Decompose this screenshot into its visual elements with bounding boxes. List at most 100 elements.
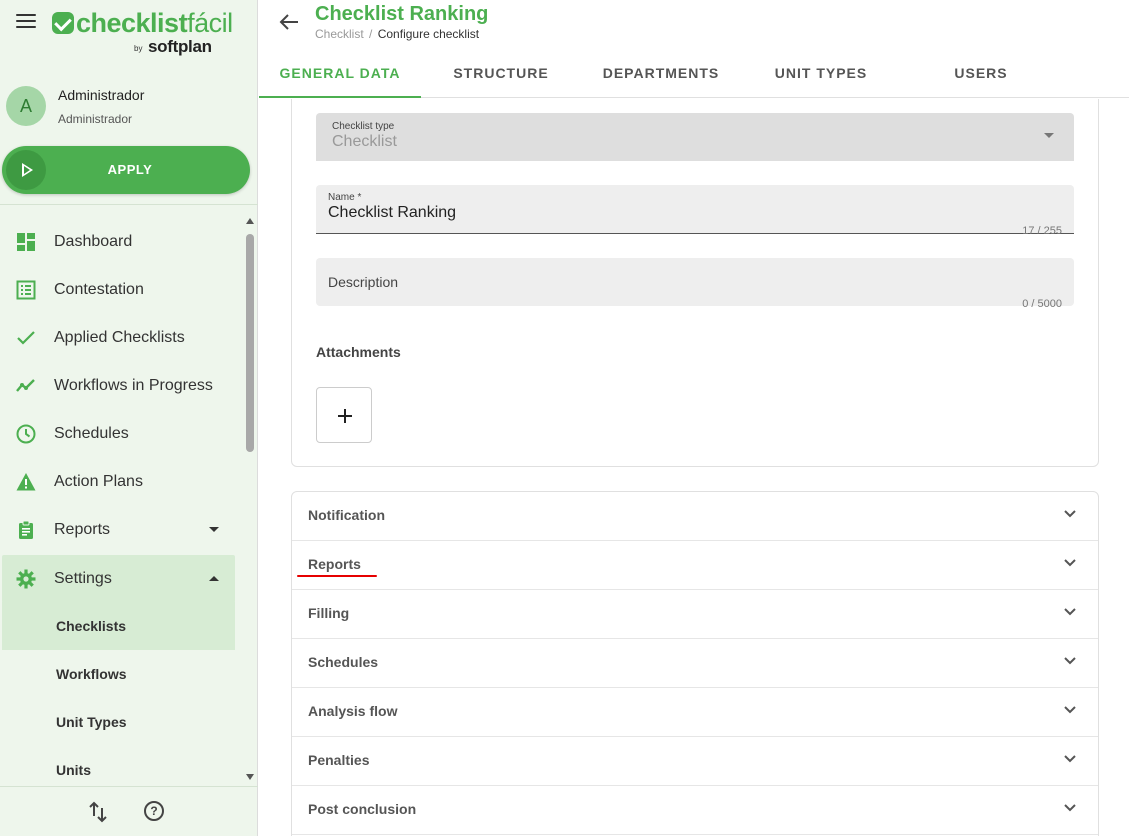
sidebar-item-reports[interactable]: Reports bbox=[2, 506, 235, 554]
logo-by: by bbox=[134, 44, 143, 53]
tab-departments[interactable]: DEPARTMENTS bbox=[581, 50, 741, 98]
sidebar-item-contestation[interactable]: Contestation bbox=[2, 266, 235, 314]
sidebar-item-label: Workflows in Progress bbox=[54, 377, 213, 394]
settings-accordion: Notification Reports Filling Schedules A… bbox=[291, 491, 1099, 836]
logo-company: softplan bbox=[148, 37, 212, 56]
logo: checklistfácil by softplan bbox=[52, 8, 233, 58]
sidebar-subitem-label: Unit Types bbox=[56, 714, 127, 730]
chevron-down-icon bbox=[1064, 608, 1076, 616]
tab-unit-types[interactable]: UNIT TYPES bbox=[741, 50, 901, 98]
accordion-label: Analysis flow bbox=[308, 703, 398, 719]
help-icon[interactable]: ? bbox=[144, 801, 164, 821]
accordion-label: Notification bbox=[308, 507, 385, 523]
accordion-label: Post conclusion bbox=[308, 801, 417, 817]
sidebar-item-action-plans[interactable]: Action Plans bbox=[2, 458, 235, 506]
accordion-label: Schedules bbox=[308, 654, 379, 670]
name-field-label: Name * bbox=[328, 192, 362, 203]
name-field[interactable]: Name * Checklist Ranking bbox=[316, 185, 1074, 234]
sidebar-subitem-workflows[interactable]: Workflows bbox=[2, 650, 235, 698]
page-header: Checklist Ranking Checklist / Configure … bbox=[259, 0, 1129, 98]
add-attachment-button[interactable] bbox=[316, 387, 372, 443]
sidebar-item-label: Applied Checklists bbox=[54, 329, 185, 346]
scroll-up-icon[interactable] bbox=[246, 218, 254, 224]
chevron-down-icon bbox=[209, 527, 219, 532]
logo-check-icon bbox=[52, 12, 74, 34]
sidebar-scrollbar[interactable] bbox=[244, 216, 256, 782]
sidebar: checklistfácil by softplan A Administrad… bbox=[0, 0, 258, 836]
chevron-down-icon bbox=[1064, 804, 1076, 812]
list-icon bbox=[16, 280, 36, 300]
sidebar-subitem-label: Workflows bbox=[56, 666, 127, 682]
scroll-down-icon[interactable] bbox=[246, 774, 254, 780]
breadcrumb-root-link[interactable]: Checklist bbox=[315, 27, 364, 41]
sidebar-subitem-checklists[interactable]: Checklists bbox=[2, 602, 235, 650]
red-underline-annotation bbox=[297, 575, 377, 577]
sidebar-item-label: Schedules bbox=[54, 425, 129, 442]
sidebar-subitem-unit-types[interactable]: Unit Types bbox=[2, 698, 235, 746]
user-profile: A Administrador Administrador bbox=[6, 86, 246, 128]
name-char-counter: 17 / 255 bbox=[1022, 225, 1062, 237]
sidebar-item-label: Settings bbox=[54, 570, 112, 587]
gear-icon bbox=[16, 569, 36, 589]
chevron-up-icon bbox=[209, 576, 219, 581]
accordion-filling[interactable]: Filling bbox=[292, 590, 1098, 639]
accordion-schedules[interactable]: Schedules bbox=[292, 639, 1098, 688]
page-title: Checklist Ranking bbox=[315, 3, 489, 25]
checklist-type-value: Checklist bbox=[332, 133, 397, 150]
menu-icon[interactable] bbox=[16, 14, 36, 30]
accordion-penalties[interactable]: Penalties bbox=[292, 737, 1098, 786]
accordion-label: Filling bbox=[308, 605, 350, 621]
chevron-down-icon bbox=[1064, 559, 1076, 567]
sidebar-item-schedules[interactable]: Schedules bbox=[2, 410, 235, 458]
sidebar-item-settings[interactable]: Settings bbox=[2, 555, 235, 603]
apply-button[interactable]: APPLY bbox=[2, 146, 250, 194]
tab-users[interactable]: USERS bbox=[901, 50, 1061, 98]
warning-icon bbox=[16, 473, 36, 491]
avatar: A bbox=[6, 86, 46, 126]
tab-general-data[interactable]: GENERAL DATA bbox=[259, 50, 421, 98]
apply-button-label: APPLY bbox=[107, 162, 153, 177]
sidebar-footer: ? bbox=[0, 786, 258, 836]
clock-icon bbox=[16, 424, 36, 444]
accordion-post-conclusion[interactable]: Post conclusion bbox=[292, 786, 1098, 835]
accordion-reports[interactable]: Reports bbox=[292, 541, 1098, 590]
trending-icon bbox=[16, 379, 35, 392]
breadcrumb-separator: / bbox=[369, 27, 373, 41]
user-name: Administrador bbox=[58, 87, 145, 103]
sidebar-item-label: Action Plans bbox=[54, 473, 143, 490]
tab-bar: GENERAL DATA STRUCTURE DEPARTMENTS UNIT … bbox=[259, 50, 1129, 98]
chevron-down-icon bbox=[1064, 706, 1076, 714]
description-field[interactable]: Description bbox=[316, 258, 1074, 306]
sidebar-subitem-units[interactable]: Units bbox=[2, 746, 235, 786]
breadcrumb: Checklist / Configure checklist bbox=[315, 27, 479, 41]
check-icon bbox=[17, 331, 35, 345]
sidebar-item-label: Reports bbox=[54, 521, 111, 538]
accordion-analysis-flow[interactable]: Analysis flow bbox=[292, 688, 1098, 737]
logo-text: checklistfácil bbox=[76, 8, 233, 38]
sort-icon[interactable] bbox=[88, 801, 108, 823]
sidebar-item-applied-checklists[interactable]: Applied Checklists bbox=[2, 314, 235, 362]
divider bbox=[0, 204, 258, 205]
sidebar-item-dashboard[interactable]: Dashboard bbox=[2, 218, 235, 266]
accordion-label: Penalties bbox=[308, 752, 370, 768]
tab-structure[interactable]: STRUCTURE bbox=[421, 50, 581, 98]
dashboard-icon bbox=[17, 233, 35, 251]
attachments-heading: Attachments bbox=[316, 344, 401, 360]
sidebar-subitem-label: Checklists bbox=[56, 618, 127, 634]
checklist-type-select[interactable]: Checklist type Checklist bbox=[316, 113, 1074, 161]
accordion-notification[interactable]: Notification bbox=[292, 492, 1098, 541]
main-content: Checklist type Checklist Name * Checklis… bbox=[259, 99, 1129, 836]
clipboard-icon bbox=[19, 520, 33, 539]
sidebar-item-label: Contestation bbox=[54, 281, 144, 298]
checklist-type-label: Checklist type bbox=[332, 121, 395, 132]
chevron-down-icon bbox=[1064, 510, 1076, 518]
scroll-thumb[interactable] bbox=[246, 234, 254, 452]
breadcrumb-current: Configure checklist bbox=[377, 27, 480, 41]
chevron-down-icon bbox=[1064, 657, 1076, 665]
sidebar-subitem-label: Units bbox=[56, 762, 91, 778]
general-data-card: Checklist type Checklist Name * Checklis… bbox=[291, 99, 1099, 467]
dropdown-arrow-icon bbox=[1044, 133, 1054, 138]
back-arrow-icon[interactable] bbox=[279, 14, 299, 30]
sidebar-item-workflows-in-progress[interactable]: Workflows in Progress bbox=[2, 362, 235, 410]
user-role: Administrador bbox=[58, 112, 133, 126]
